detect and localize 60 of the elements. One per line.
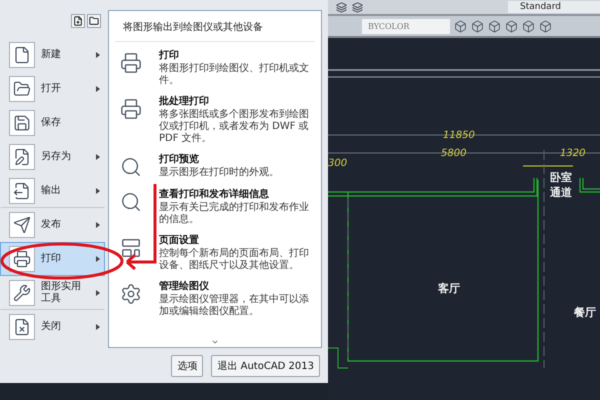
submenu-item-description: 显示有关已完成的打印和发布作业的信息。 (159, 202, 310, 226)
dimension-text: 1320 (560, 149, 586, 159)
cube-icon[interactable] (454, 20, 467, 32)
menu-label: 保存 (41, 117, 62, 129)
cube-icon[interactable] (471, 20, 484, 32)
menu-label: 图形实用工具 (41, 281, 82, 305)
submenu-item-description: 将图形打印到绘图仪、打印机或文件。 (159, 63, 310, 87)
menu-item[interactable]: 关闭 (0, 310, 105, 344)
menu-button[interactable]: 退出 AutoCAD 2013 (211, 355, 320, 377)
room-label: 通道 (550, 187, 572, 198)
dimension-text: 11850 (443, 131, 475, 141)
submenu-item-title[interactable]: 打印预览 (159, 154, 279, 166)
submenu-item-description: 控制每个新布局的页面布局、打印设备、图纸尺寸以及其他设置。 (159, 248, 310, 272)
menu-item[interactable]: 打开 (0, 72, 105, 106)
folder-icon[interactable] (87, 14, 101, 28)
submenu-item-title[interactable]: 页面设置 (159, 235, 315, 247)
scroll-down-icon[interactable] (211, 338, 219, 346)
submenu-item-title[interactable]: 打印 (159, 50, 315, 62)
folder-icon (9, 76, 35, 102)
menu-label: 新建 (41, 49, 62, 61)
document-close-icon (9, 314, 35, 340)
document-icon (9, 42, 35, 68)
menu-button[interactable]: 选项 (171, 355, 204, 377)
menu-item[interactable]: 输出 (0, 174, 105, 208)
submenu-item-description: 将多张图纸或多个图形发布到绘图仪或打印机，或者发布为 DWF 或 PDF 文件。 (159, 109, 310, 145)
room-label: 卧室 (550, 172, 572, 183)
submenu-heading: 将图形输出到绘图仪或其他设备 (115, 11, 315, 42)
wrench-icon (9, 280, 35, 306)
menu-label: 打开 (41, 83, 62, 95)
menu-label: 另存为 (41, 151, 72, 163)
menu-item[interactable]: 另存为 (0, 140, 105, 174)
menu-label: 发布 (41, 219, 62, 231)
cube-icon[interactable] (539, 20, 552, 32)
submenu-item-title[interactable]: 查看打印和发布详细信息 (159, 189, 315, 201)
menu-item[interactable]: 图形实用工具 (0, 276, 105, 310)
submenu-item-title[interactable]: 批处理打印 (159, 96, 315, 108)
color-dropdown[interactable]: BYCOLOR (362, 18, 450, 34)
room-label: 客厅 (438, 283, 460, 294)
text-style-field[interactable]: Standard (508, 1, 600, 13)
menu-label: 关闭 (41, 321, 62, 333)
submenu-item-title[interactable]: 管理绘图仪 (159, 281, 315, 293)
send-icon (9, 212, 35, 238)
cube-icon[interactable] (505, 20, 518, 32)
cube-icon[interactable] (522, 20, 535, 32)
submenu-item-description: 显示绘图仪管理器，在其中可以添加或编辑绘图仪配置。 (159, 294, 310, 318)
layers-icon[interactable] (352, 2, 363, 12)
layers-icon[interactable] (336, 2, 347, 12)
cube-icon[interactable] (488, 20, 501, 32)
dimension-text: 300 (328, 159, 348, 169)
dimension-text: 5800 (441, 149, 466, 159)
menu-item[interactable]: 发布 (0, 208, 105, 242)
room-label: 餐厅 (574, 307, 596, 318)
menu-label: 输出 (41, 185, 62, 197)
new-file-icon[interactable] (71, 14, 85, 28)
submenu-item-description: 显示图形在打印时的外观。 (159, 167, 279, 179)
document-pen-icon (9, 144, 35, 170)
menu-item[interactable]: 新建 (0, 38, 105, 72)
document-export-icon (9, 178, 35, 204)
menu-label: 打印 (41, 253, 62, 265)
menu-item[interactable]: 保存 (0, 106, 105, 140)
